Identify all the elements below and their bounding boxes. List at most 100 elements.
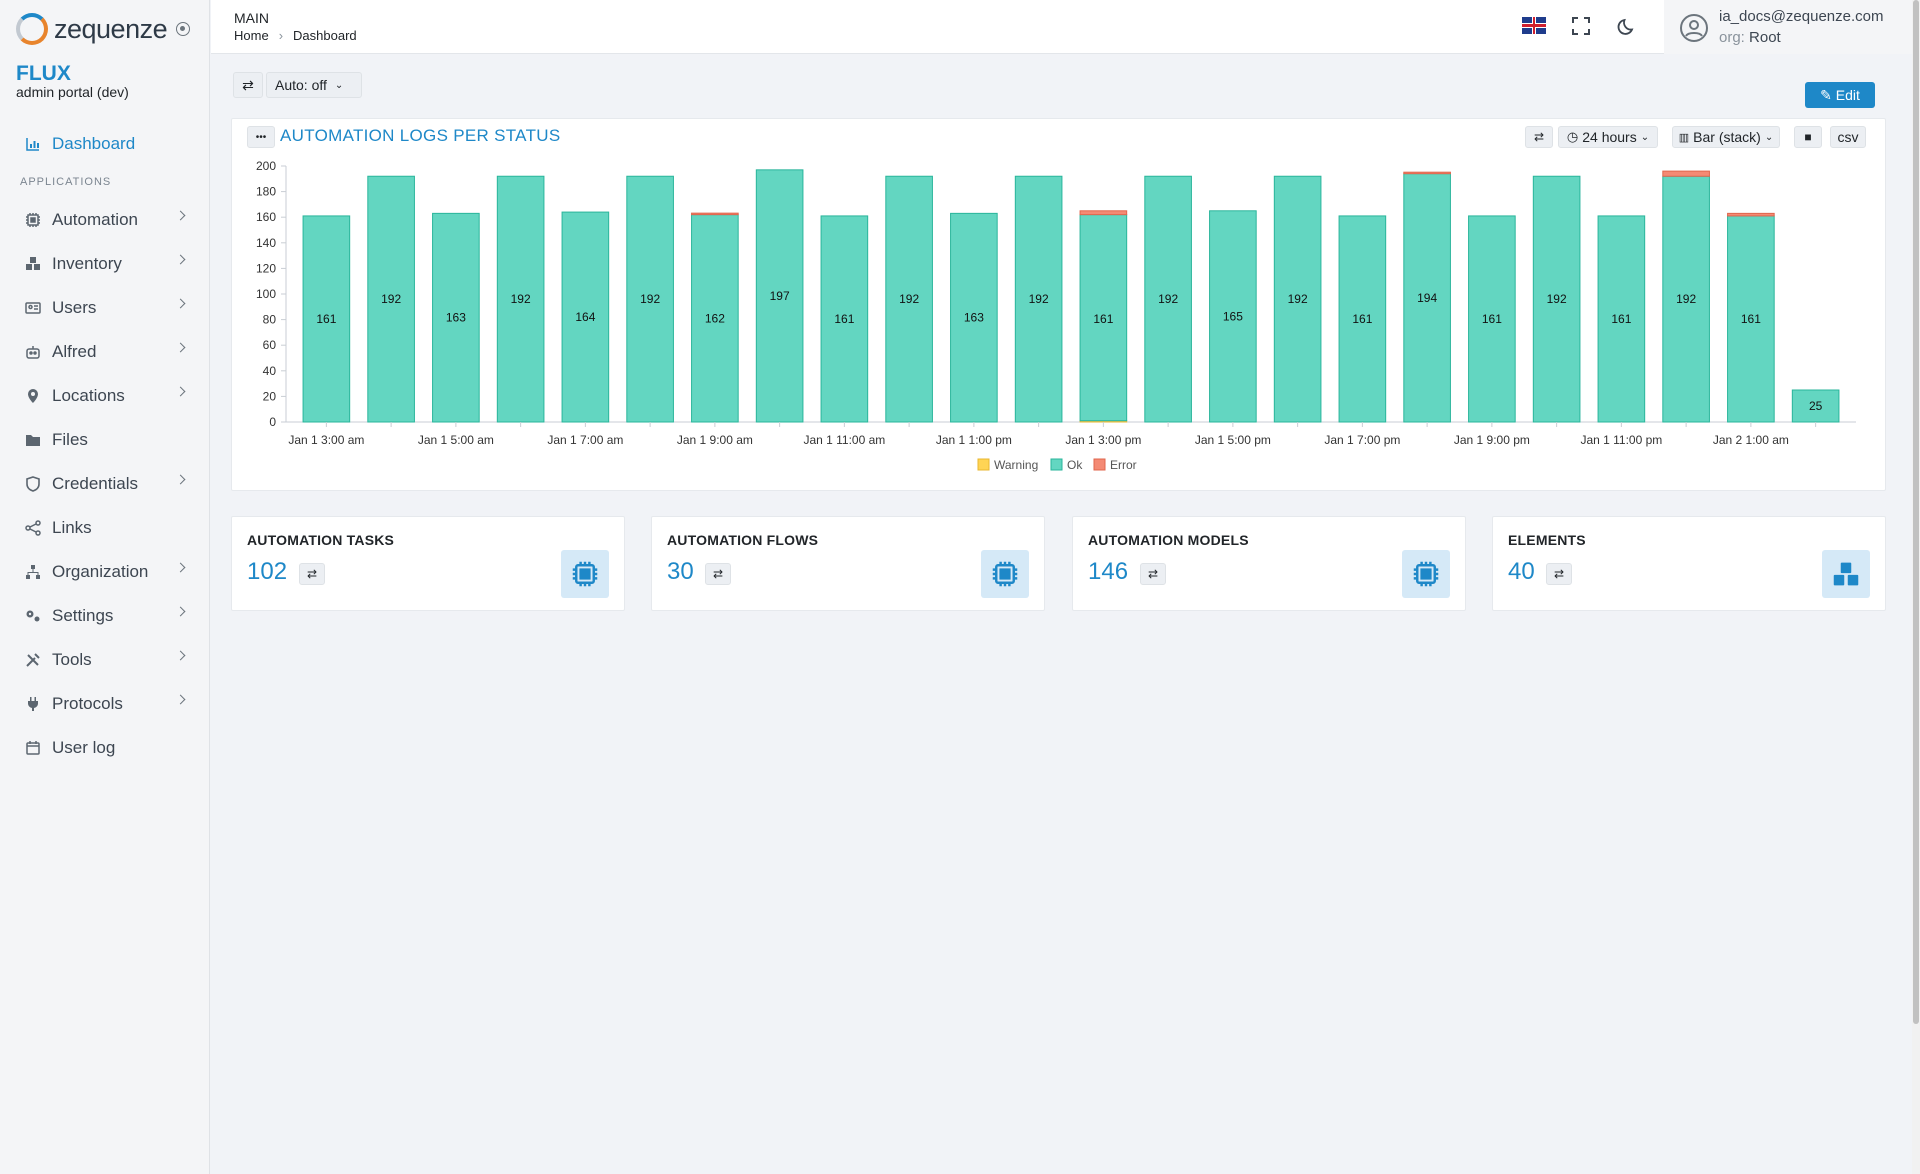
- sidebar: zequenze FLUX admin portal (dev) Dashboa…: [0, 0, 210, 1174]
- stat-card-refresh-button[interactable]: ⇄: [1546, 563, 1572, 585]
- bar-value-label: 192: [640, 292, 660, 306]
- sidebar-item-users[interactable]: Users: [0, 286, 210, 330]
- sidebar-item-label: Users: [52, 298, 97, 317]
- x-tick-label: Jan 1 9:00 pm: [1454, 433, 1530, 447]
- boxes-icon: [1822, 550, 1870, 598]
- x-tick-label: Jan 1 9:00 am: [677, 433, 753, 447]
- stat-card-value: 146: [1088, 558, 1129, 585]
- chevron-down-icon: ⌄: [334, 79, 344, 91]
- sidebar-item-label: Settings: [52, 606, 114, 625]
- bar-value-label: 161: [1482, 312, 1502, 326]
- sidebar-item-files[interactable]: Files: [0, 418, 210, 462]
- plug-icon: [24, 695, 42, 713]
- dark-mode-icon[interactable]: [1617, 16, 1637, 36]
- bar-error: [1727, 212, 1775, 217]
- bar-value-label: 163: [964, 311, 984, 325]
- bar-value-label: 161: [1741, 312, 1761, 326]
- sidebar-item-credentials[interactable]: Credentials: [0, 462, 210, 506]
- sidebar-item-dashboard[interactable]: Dashboard: [0, 122, 210, 166]
- time-range-dropdown[interactable]: ◷ 24 hours ⌄: [1558, 126, 1658, 148]
- share-icon: [24, 519, 42, 537]
- breadcrumb-separator-icon: ›: [278, 28, 284, 43]
- sidebar-item-organization[interactable]: Organization: [0, 550, 210, 594]
- auto-refresh-dropdown[interactable]: Auto: off ⌄: [266, 72, 362, 98]
- x-tick-label: Jan 1 1:00 pm: [936, 433, 1012, 447]
- y-tick-label: 160: [256, 210, 276, 224]
- chart-type-icon: ▥: [1678, 131, 1690, 144]
- bar-value-label: 161: [1611, 312, 1631, 326]
- sidebar-item-tools[interactable]: Tools: [0, 638, 210, 682]
- chevron-down-icon: ⌄: [1640, 131, 1650, 143]
- nav-section-label: APPLICATIONS: [20, 176, 112, 188]
- stat-card-title: AUTOMATION FLOWS: [667, 532, 819, 548]
- bar-value-label: 161: [316, 312, 336, 326]
- sidebar-item-label: Alfred: [52, 342, 97, 361]
- refresh-icon: ⇄: [242, 76, 254, 93]
- bar-value-label: 192: [1029, 292, 1049, 306]
- sidebar-item-label: Inventory: [52, 254, 122, 273]
- edit-label: Edit: [1835, 87, 1860, 103]
- bar-value-label: 165: [1223, 309, 1243, 323]
- boxes-icon: [24, 255, 42, 273]
- x-tick-label: Jan 1 11:00 am: [803, 433, 885, 447]
- sidebar-item-label: Organization: [52, 562, 149, 581]
- stat-card-refresh-button[interactable]: ⇄: [1140, 563, 1166, 585]
- chart-type-dropdown[interactable]: ▥ Bar (stack) ⌄: [1672, 126, 1780, 148]
- fullscreen-icon[interactable]: [1571, 16, 1591, 36]
- calendar-icon: [24, 739, 42, 757]
- bar-value-label: 192: [1288, 292, 1308, 306]
- tools-icon: [24, 651, 42, 669]
- scrollbar-thumb[interactable]: [1913, 0, 1919, 1024]
- time-range-label: 24 hours: [1582, 129, 1637, 145]
- breadcrumb-home[interactable]: Home: [234, 28, 269, 43]
- sidebar-item-settings[interactable]: Settings: [0, 594, 210, 638]
- auto-refresh-label: Auto: off: [275, 77, 327, 93]
- bar-value-label: 197: [770, 289, 790, 303]
- chart-type-label: Bar (stack): [1693, 129, 1761, 145]
- sidebar-item-label: Files: [52, 430, 88, 449]
- pin-sidebar-icon[interactable]: [176, 22, 190, 36]
- screenshot-button[interactable]: ■: [1794, 126, 1822, 148]
- bar-value-label: 163: [446, 311, 466, 325]
- stat-card-refresh-button[interactable]: ⇄: [705, 563, 731, 585]
- uk-flag-icon[interactable]: [1522, 17, 1546, 34]
- csv-export-button[interactable]: csv: [1830, 126, 1866, 148]
- sidebar-item-links[interactable]: Links: [0, 506, 210, 550]
- sidebar-item-automation[interactable]: Automation: [0, 198, 210, 242]
- chevron-right-icon: [175, 210, 186, 221]
- bar-value-label: 192: [511, 292, 531, 306]
- x-tick-label: Jan 1 5:00 am: [418, 433, 494, 447]
- sidebar-item-inventory[interactable]: Inventory: [0, 242, 210, 286]
- legend-swatch-warning: [977, 458, 990, 471]
- sidebar-item-alfred[interactable]: Alfred: [0, 330, 210, 374]
- user-menu[interactable]: ia_docs@zequenze.com org: Root: [1664, 0, 1920, 54]
- stat-card-refresh-button[interactable]: ⇄: [299, 563, 325, 585]
- gears-icon: [24, 607, 42, 625]
- cpu-icon: [1402, 550, 1450, 598]
- refresh-icon: ⇄: [1147, 567, 1159, 581]
- stat-card-value: 102: [247, 558, 288, 585]
- sidebar-nav: Dashboard APPLICATIONS Automation Invento…: [0, 122, 210, 770]
- sidebar-item-label: Automation: [52, 210, 138, 229]
- chart-menu-button[interactable]: •••: [247, 126, 275, 148]
- chevron-right-icon: [175, 386, 186, 397]
- page-scrollbar[interactable]: [1912, 0, 1920, 1174]
- bar-value-label: 192: [899, 292, 919, 306]
- more-icon: •••: [255, 131, 267, 143]
- chevron-right-icon: [175, 650, 186, 661]
- edit-button[interactable]: ✎ Edit: [1805, 82, 1875, 108]
- sidebar-item-user-log[interactable]: User log: [0, 726, 210, 770]
- bar-value-label: 161: [1093, 312, 1113, 326]
- sidebar-item-label: User log: [52, 738, 116, 757]
- sidebar-item-locations[interactable]: Locations: [0, 374, 210, 418]
- y-tick-label: 20: [263, 389, 277, 403]
- chart-refresh-button[interactable]: ⇄: [1525, 126, 1553, 148]
- sidebar-item-label: Credentials: [52, 474, 138, 493]
- edit-icon: ✎: [1820, 86, 1832, 103]
- sidebar-item-protocols[interactable]: Protocols: [0, 682, 210, 726]
- chevron-down-icon: ⌄: [1764, 131, 1774, 143]
- user-avatar-icon: [1680, 14, 1708, 42]
- refresh-dashboard-button[interactable]: ⇄: [233, 72, 263, 98]
- bar-error: [1662, 170, 1710, 177]
- legend-label-error: Error: [1110, 458, 1137, 472]
